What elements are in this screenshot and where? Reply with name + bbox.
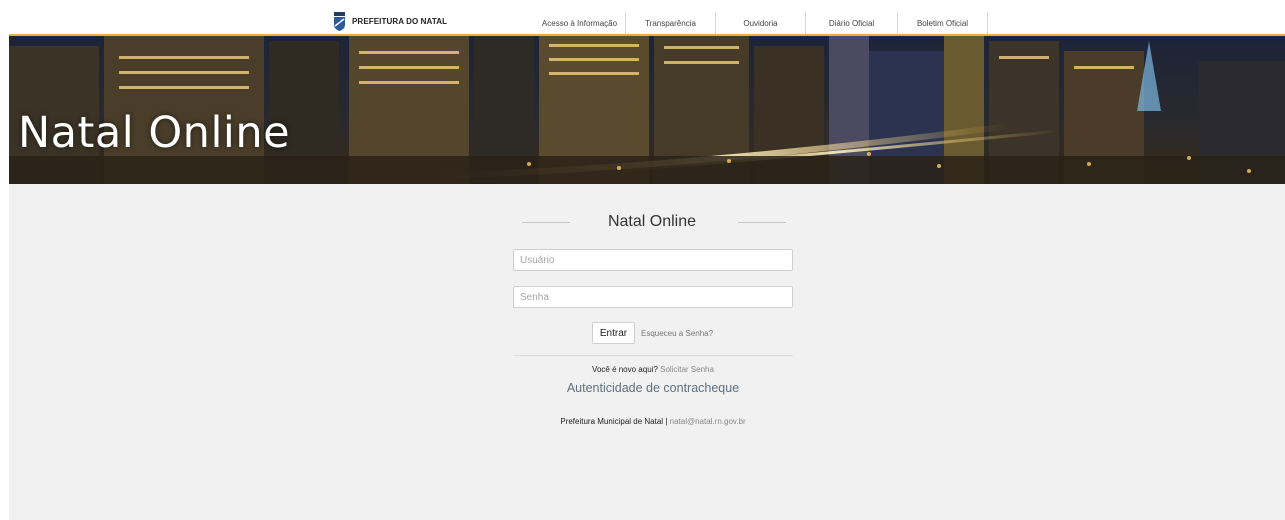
form-divider: [513, 355, 793, 356]
top-bar: PREFEITURA DO NATAL Acesso à Informação …: [0, 0, 1285, 36]
nav-transparencia[interactable]: Transparência: [626, 12, 716, 34]
banner-title: Natal Online: [18, 108, 291, 158]
login-button[interactable]: Entrar: [592, 322, 635, 344]
footer-org: Prefeitura Municipal de Natal: [560, 417, 664, 426]
login-heading: Natal Online: [512, 212, 792, 232]
nav-boletim-oficial[interactable]: Boletim Oficial: [898, 12, 988, 34]
request-password-link[interactable]: Solicitar Senha: [660, 365, 714, 374]
footer: Prefeitura Municipal de Natal | natal@na…: [513, 417, 793, 426]
username-input[interactable]: [513, 249, 793, 271]
login-title: Natal Online: [607, 213, 697, 230]
footer-separator: |: [665, 417, 668, 426]
nav-diario-oficial[interactable]: Diário Oficial: [806, 12, 898, 34]
password-input[interactable]: [513, 286, 793, 308]
nav-acesso-informacao[interactable]: Acesso à Informação: [534, 12, 626, 34]
brand-name: PREFEITURA DO NATAL: [352, 17, 448, 26]
nav-ouvidoria[interactable]: Ouvidoria: [716, 12, 806, 34]
city-crest-icon: [334, 12, 345, 31]
heading-divider-left: [522, 222, 570, 223]
new-user-prompt: Você é novo aqui? Solicitar Senha: [513, 365, 793, 374]
heading-divider-right: [738, 222, 786, 223]
new-user-text: Você é novo aqui?: [592, 365, 658, 374]
forgot-password-link[interactable]: Esqueceu a Senha?: [641, 329, 713, 338]
login-area: Natal Online Entrar Esqueceu a Senha? Vo…: [9, 184, 1285, 520]
brand[interactable]: PREFEITURA DO NATAL: [333, 12, 447, 31]
paycheck-authenticity-link[interactable]: Autenticidade de contracheque: [513, 381, 793, 395]
top-nav: Acesso à Informação Transparência Ouvido…: [534, 12, 988, 34]
hero-banner: Natal Online: [9, 36, 1285, 184]
footer-email-link[interactable]: natal@natal.rn.gov.br: [670, 417, 746, 426]
